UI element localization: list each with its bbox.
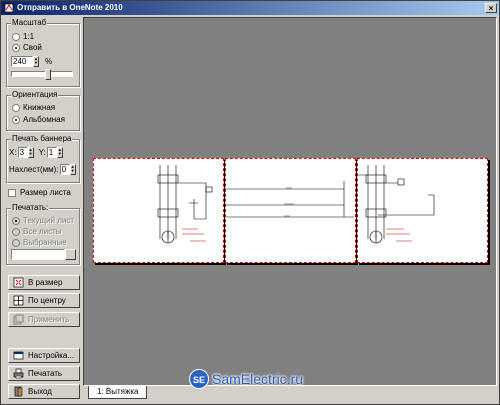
schematic-drawing xyxy=(358,165,435,244)
print-range-all-radio[interactable] xyxy=(12,227,20,236)
scale-percent-input[interactable]: 240 xyxy=(11,56,33,67)
print-range-pages-button[interactable] xyxy=(65,249,76,260)
banner-group: Печать баннера X: 3 ▲ ▼ Y: 1 ▲ ▼ Нахлест(м… xyxy=(6,134,80,183)
watermark-text: SamElectric.ru xyxy=(212,371,304,387)
scale-1to1-radio[interactable] xyxy=(12,32,20,41)
print-icon xyxy=(13,368,24,379)
scale-custom-label: Свой xyxy=(23,43,42,52)
print-label: Печатать xyxy=(28,369,63,378)
print-range-selected-label: Выбранные xyxy=(23,238,67,247)
banner-y-spinner[interactable]: ▲ ▼ xyxy=(56,147,63,158)
orientation-landscape-label: Альбомная xyxy=(23,115,65,124)
fit-label: В размер xyxy=(28,278,63,287)
apply-button[interactable]: Применить xyxy=(8,312,80,327)
center-label: По центру xyxy=(28,296,66,305)
window-icon xyxy=(4,3,14,13)
close-button[interactable]: × xyxy=(485,3,497,13)
fit-button[interactable]: В размер xyxy=(8,275,80,290)
scale-slider-thumb[interactable] xyxy=(45,69,51,80)
scale-percent-spinner[interactable]: ▲ ▼ xyxy=(33,56,39,67)
print-range-current-label: Текущий лист xyxy=(23,216,75,225)
settings-label: Настройка... xyxy=(28,351,75,360)
center-button[interactable]: По центру xyxy=(8,293,80,308)
orientation-portrait-option[interactable]: Книжная xyxy=(12,103,55,112)
scale-1to1-label: 1:1 xyxy=(23,32,35,41)
print-range-legend: Печатать: xyxy=(11,203,50,212)
orientation-group: Ориентация Книжная Альбомная xyxy=(6,90,80,131)
apply-icon xyxy=(13,314,24,325)
sheet-size-checkbox[interactable] xyxy=(8,188,16,197)
print-range-all-label: Все листы xyxy=(23,227,62,236)
scale-group: Масштаб 1:1 Свой 240 ▲ ▼ % xyxy=(6,18,80,87)
title-bar[interactable]: Отправить в OneNote 2010 × xyxy=(1,1,499,15)
banner-x-label: X: xyxy=(9,148,17,157)
orientation-landscape-option[interactable]: Альбомная xyxy=(12,115,65,124)
exit-button[interactable]: Выход xyxy=(8,384,80,399)
banner-y-input[interactable]: 1 xyxy=(46,147,57,158)
banner-legend: Печать баннера xyxy=(11,134,73,143)
exit-label: Выход xyxy=(28,387,52,396)
settings-button[interactable]: Настройка... xyxy=(8,348,80,363)
print-range-selected-option[interactable]: Выбранные xyxy=(12,238,67,247)
print-preview-area[interactable] xyxy=(83,17,497,386)
scale-1to1-option[interactable]: 1:1 xyxy=(12,32,34,41)
preview-page[interactable] xyxy=(93,158,224,263)
print-range-current-radio[interactable] xyxy=(12,216,20,225)
banner-overlap-label: Нахлест(мм): xyxy=(9,165,59,174)
banner-x-spinner[interactable]: ▲ ▼ xyxy=(27,147,34,158)
orientation-portrait-label: Книжная xyxy=(23,103,56,112)
schematic-drawing xyxy=(226,181,354,218)
sheet-size-option[interactable]: Размер листа xyxy=(8,188,71,197)
banner-overlap-input[interactable]: 0 xyxy=(59,164,70,175)
watermark-logo: SE xyxy=(189,369,209,389)
sheet-size-label: Размер листа xyxy=(20,188,71,197)
schematic-drawing xyxy=(157,165,213,244)
scale-percent-unit: % xyxy=(45,57,53,66)
print-range-current-option[interactable]: Текущий лист xyxy=(12,216,74,225)
fit-icon xyxy=(13,277,24,288)
scale-percent-row: 240 ▲ ▼ % xyxy=(11,56,52,67)
watermark: SE SamElectric.ru xyxy=(189,368,303,390)
sheet-tab[interactable]: 1: Вытяжка xyxy=(88,386,148,399)
banner-overlap-row: Нахлест(мм): 0 ▲ ▼ xyxy=(9,164,76,175)
preview-page[interactable] xyxy=(357,158,488,263)
banner-x-input[interactable]: 3 xyxy=(17,147,28,158)
print-dialog-window: Отправить в OneNote 2010 × Масштаб 1:1 С… xyxy=(0,0,500,405)
print-range-group: Печатать: Текущий лист Все листы Выбранн… xyxy=(6,203,80,265)
print-range-selected-radio[interactable] xyxy=(12,238,20,247)
settings-icon xyxy=(13,350,24,361)
orientation-landscape-radio[interactable] xyxy=(12,115,20,124)
orientation-portrait-radio[interactable] xyxy=(12,103,20,112)
scale-custom-option[interactable]: Свой xyxy=(12,43,42,52)
preview-page[interactable] xyxy=(225,158,356,263)
orientation-legend: Ориентация xyxy=(11,90,59,99)
banner-xy-row: X: 3 ▲ ▼ Y: 1 ▲ ▼ xyxy=(9,147,63,158)
print-range-pages-input[interactable] xyxy=(11,249,65,260)
banner-y-label: Y: xyxy=(38,148,46,157)
scale-legend: Масштаб xyxy=(11,18,48,27)
print-button[interactable]: Печатать xyxy=(8,366,80,381)
left-panel: Масштаб 1:1 Свой 240 ▲ ▼ % Ориентация Кн… xyxy=(3,17,80,402)
apply-label: Применить xyxy=(28,315,70,324)
center-icon xyxy=(13,295,24,306)
print-range-all-option[interactable]: Все листы xyxy=(12,227,62,236)
banner-overlap-spinner[interactable]: ▲ ▼ xyxy=(69,164,76,175)
window-title: Отправить в OneNote 2010 xyxy=(17,3,123,12)
scale-custom-radio[interactable] xyxy=(12,43,20,52)
exit-icon xyxy=(13,386,24,397)
scale-slider[interactable] xyxy=(11,69,73,80)
